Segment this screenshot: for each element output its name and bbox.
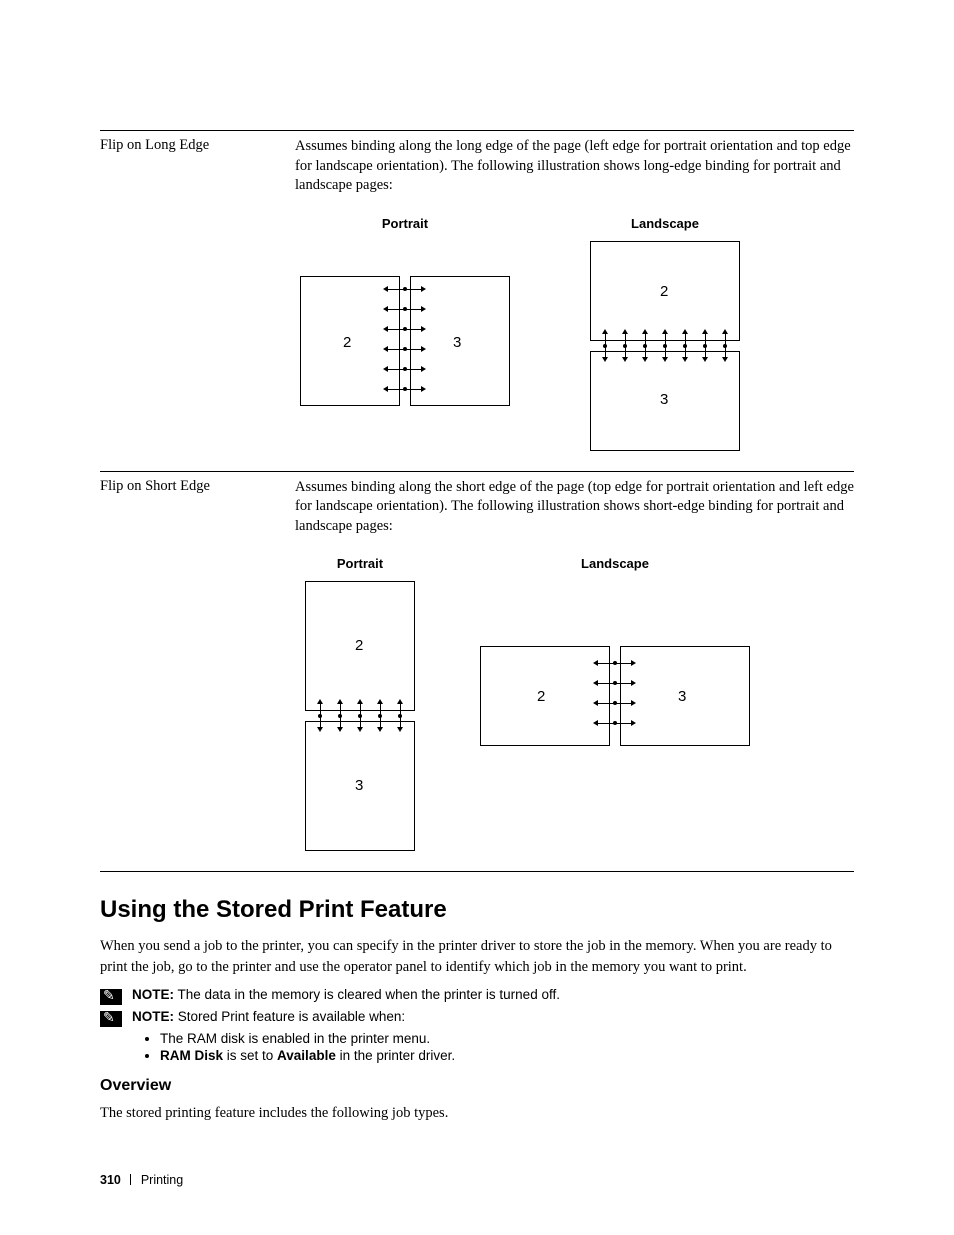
diagram-num: 2 bbox=[343, 334, 351, 351]
bullet-1: The RAM disk is enabled in the printer m… bbox=[160, 1031, 854, 1046]
document-page: Flip on Long Edge Assumes binding along … bbox=[0, 0, 954, 1235]
binding-table: Flip on Long Edge Assumes binding along … bbox=[100, 130, 854, 872]
footer-divider bbox=[130, 1174, 131, 1185]
note-icon bbox=[100, 989, 122, 1005]
section-body: When you send a job to the printer, you … bbox=[100, 936, 854, 977]
row2-portrait-label: Portrait bbox=[295, 556, 425, 571]
diagram-num: 3 bbox=[453, 334, 461, 351]
row1-portrait-label: Portrait bbox=[295, 216, 515, 231]
bullet-2: RAM Disk is set to Available in the prin… bbox=[160, 1048, 854, 1063]
note-label: NOTE: bbox=[132, 1009, 174, 1024]
diagram-num: 2 bbox=[660, 283, 668, 300]
page-number: 310 bbox=[100, 1173, 121, 1187]
note-bullets: The RAM disk is enabled in the printer m… bbox=[160, 1031, 854, 1063]
row2-desc-cell: Assumes binding along the short edge of … bbox=[295, 471, 854, 872]
note-icon bbox=[100, 1011, 122, 1027]
overview-body: The stored printing feature includes the… bbox=[100, 1103, 854, 1123]
diagram-num: 2 bbox=[537, 688, 545, 705]
note-label: NOTE: bbox=[132, 987, 174, 1002]
diagram-num: 2 bbox=[355, 637, 363, 654]
note-2-text: NOTE: Stored Print feature is available … bbox=[132, 1009, 405, 1024]
note-1-text: NOTE: The data in the memory is cleared … bbox=[132, 987, 560, 1002]
row2-label: Flip on Short Edge bbox=[100, 471, 295, 872]
row2-desc: Assumes binding along the short edge of … bbox=[295, 478, 854, 537]
diagram-num: 3 bbox=[660, 391, 668, 408]
diagram-num: 3 bbox=[355, 777, 363, 794]
note-1: NOTE: The data in the memory is cleared … bbox=[100, 987, 854, 1005]
subheading-overview: Overview bbox=[100, 1077, 854, 1095]
row1-landscape-label: Landscape bbox=[585, 216, 745, 231]
page-footer: 310 Printing bbox=[100, 1173, 183, 1187]
section-heading: Using the Stored Print Feature bbox=[100, 896, 854, 924]
diagram-num: 3 bbox=[678, 688, 686, 705]
section-name: Printing bbox=[141, 1173, 183, 1187]
note-2: NOTE: Stored Print feature is available … bbox=[100, 1009, 854, 1027]
row1-desc: Assumes binding along the long edge of t… bbox=[295, 137, 854, 196]
row2-landscape-label: Landscape bbox=[475, 556, 755, 571]
row1-label: Flip on Long Edge bbox=[100, 131, 295, 472]
row1-desc-cell: Assumes binding along the long edge of t… bbox=[295, 131, 854, 472]
